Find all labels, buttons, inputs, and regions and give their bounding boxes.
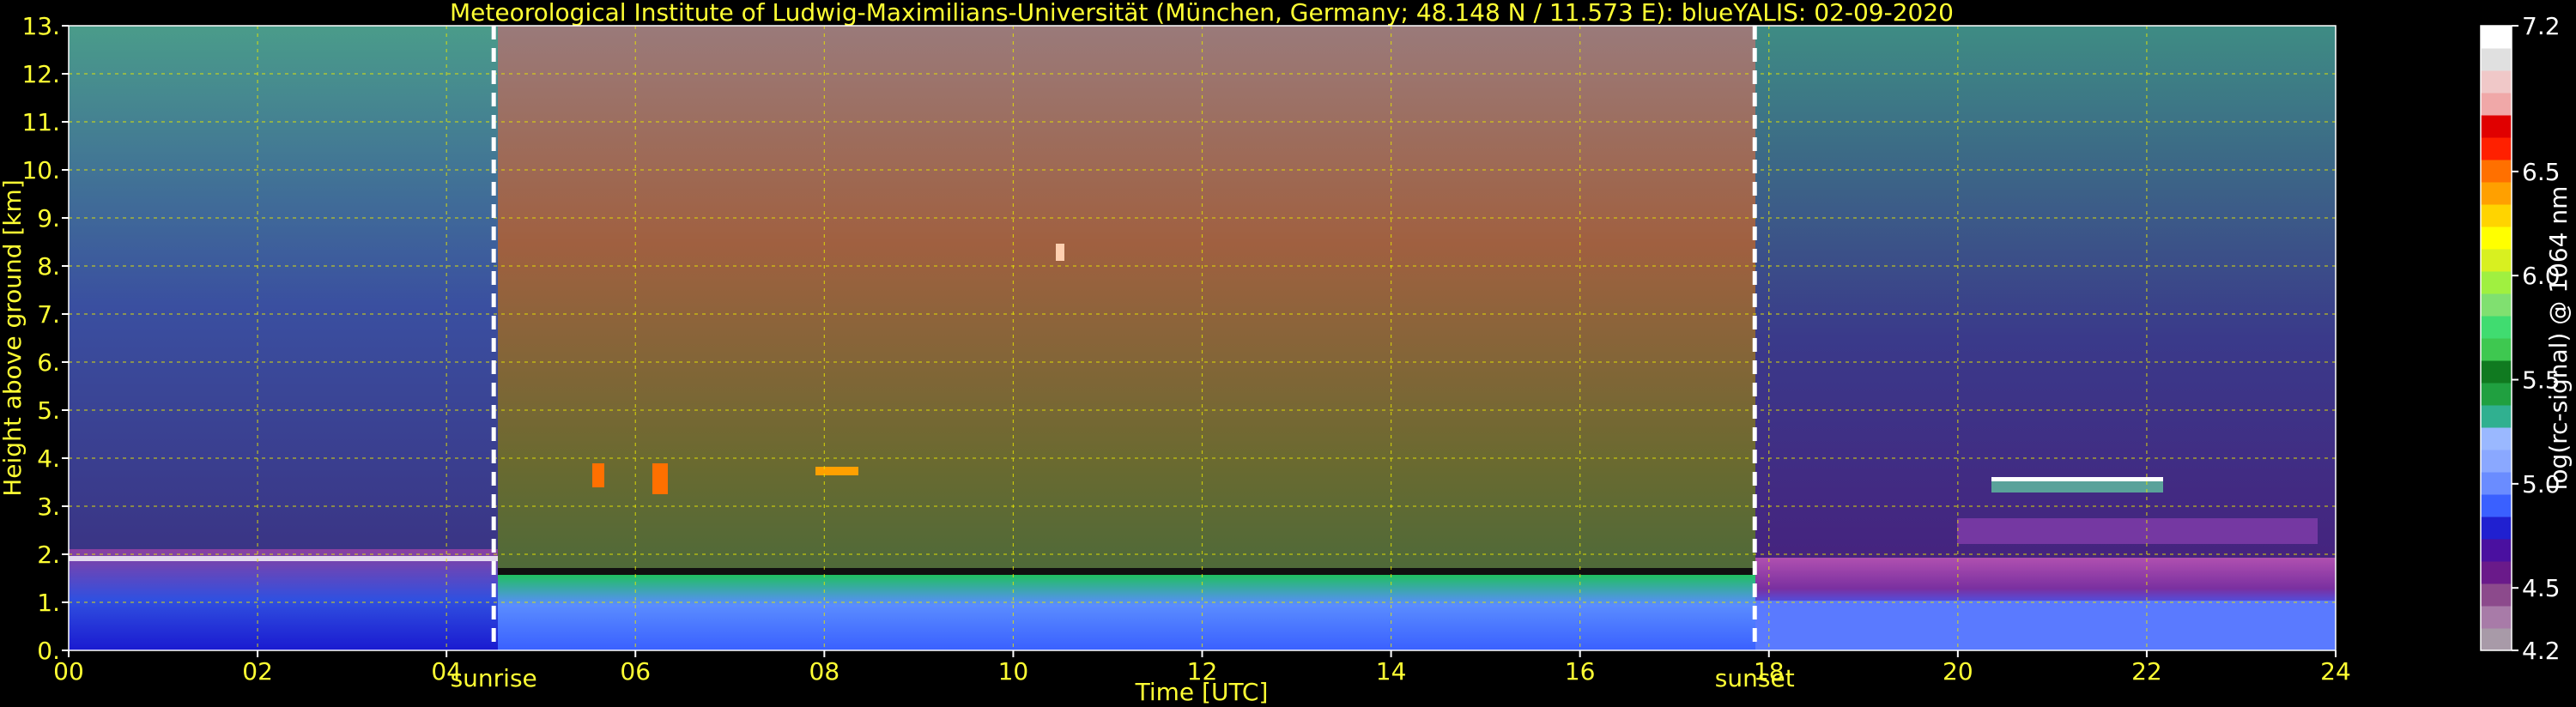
- x-axis-label: Time [UTC]: [1135, 678, 1269, 706]
- y-tick-label: 13.: [21, 12, 60, 40]
- colorbar-segment: [2481, 70, 2512, 94]
- y-tick-label: 4.: [37, 444, 60, 473]
- lidar-chart: Meteorological Institute of Ludwig-Maxim…: [0, 0, 2573, 706]
- colorbar-segment: [2481, 160, 2512, 183]
- colorbar-segment: [2481, 561, 2512, 584]
- chart-title: Meteorological Institute of Ludwig-Maxim…: [450, 0, 1954, 27]
- colorbar-segment: [2481, 494, 2512, 517]
- y-tick-label: 12.: [21, 60, 60, 88]
- x-tick-label: 04: [431, 657, 462, 686]
- colorbar-segment: [2481, 405, 2512, 428]
- colorbar-segment: [2481, 517, 2512, 540]
- x-tick-label: 22: [2131, 657, 2162, 686]
- x-tick-label: 02: [242, 657, 273, 686]
- y-tick-label: 1.: [37, 589, 60, 617]
- colorbar-segment: [2481, 427, 2512, 450]
- colorbar-tick-label: 4.5: [2522, 574, 2561, 602]
- x-tick-label: 20: [1943, 657, 1973, 686]
- y-tick-label: 8.: [37, 252, 60, 281]
- colorbar-segment: [2481, 450, 2512, 473]
- x-tick-label: 16: [1565, 657, 1596, 686]
- x-tick-label: 00: [53, 657, 84, 686]
- y-tick-label: 6.: [37, 348, 60, 377]
- colorbar-segment: [2481, 227, 2512, 250]
- colorbar-label: log(rc-signal) @ 1064 nm: [2544, 186, 2573, 491]
- y-tick-label: 10.: [21, 156, 60, 184]
- colorbar-segment: [2481, 316, 2512, 339]
- colorbar-segment: [2481, 583, 2512, 607]
- colorbar-segment: [2481, 26, 2512, 49]
- x-tick-label: 10: [998, 657, 1029, 686]
- colorbar-tick-label: 6.5: [2522, 158, 2561, 186]
- x-tick-label: 06: [620, 657, 651, 686]
- colorbar-segment: [2481, 271, 2512, 294]
- y-axis-label: Height above ground [km]: [0, 179, 27, 497]
- colorbar-segment: [2481, 360, 2512, 384]
- y-tick-label: 11.: [21, 108, 60, 136]
- y-axis-ticks: 0.1.2.3.4.5.6.7.8.9.10.11.12.13.: [21, 12, 69, 665]
- y-tick-label: 7.: [37, 300, 60, 329]
- colorbar-tick-label: 4.2: [2522, 637, 2561, 665]
- sunrise-label: sunrise: [451, 664, 537, 692]
- x-tick-label: 18: [1754, 657, 1785, 686]
- colorbar-segment: [2481, 115, 2512, 138]
- colorbar-segment: [2481, 628, 2512, 651]
- y-tick-label: 9.: [37, 204, 60, 233]
- colorbar-segment: [2481, 472, 2512, 495]
- colorbar-segment: [2481, 93, 2512, 116]
- y-tick-label: 3.: [37, 492, 60, 521]
- colorbar-segment: [2481, 606, 2512, 629]
- colorbar-segment: [2481, 204, 2512, 227]
- colorbar-segment: [2481, 182, 2512, 205]
- x-tick-label: 14: [1376, 657, 1407, 686]
- colorbar-segment: [2481, 338, 2512, 361]
- colorbar-segment: [2481, 137, 2512, 160]
- colorbar-tick-label: 7.2: [2522, 12, 2561, 40]
- colorbar-segment: [2481, 293, 2512, 317]
- x-tick-label: 08: [809, 657, 840, 686]
- y-tick-label: 2.: [37, 541, 60, 569]
- colorbar-segment: [2481, 249, 2512, 272]
- x-tick-label: 24: [2320, 657, 2351, 686]
- colorbar-segment: [2481, 383, 2512, 406]
- colorbar-segment: [2481, 48, 2512, 71]
- y-tick-label: 5.: [37, 396, 60, 425]
- colorbar-segment: [2481, 539, 2512, 562]
